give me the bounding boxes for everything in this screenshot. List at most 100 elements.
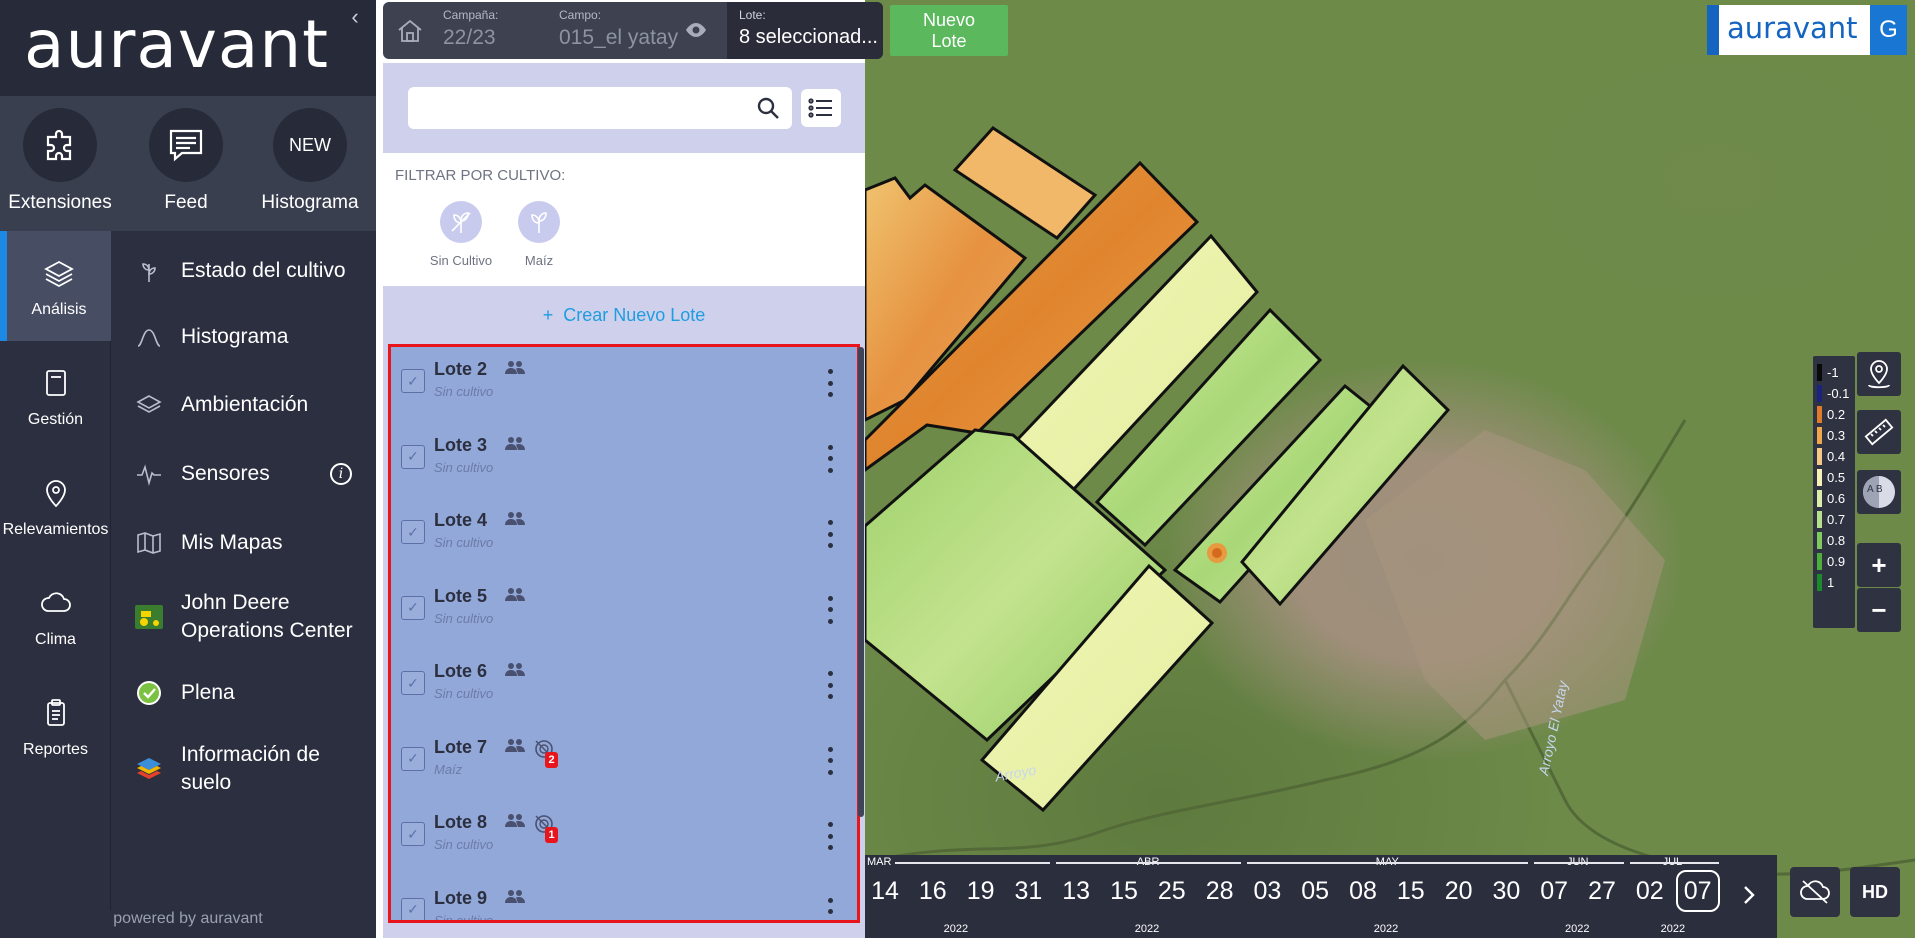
lote-checkbox[interactable]: ✓ bbox=[401, 822, 425, 846]
lote-options-button[interactable] bbox=[825, 369, 835, 397]
lote-checkbox[interactable]: ✓ bbox=[401, 595, 425, 620]
menu-item-plena[interactable]: Plena bbox=[111, 673, 376, 713]
info-icon[interactable]: i bbox=[330, 463, 352, 485]
timeline-day[interactable]: 07 bbox=[1532, 877, 1576, 906]
lote-options-button[interactable] bbox=[825, 897, 835, 921]
cloud-filter-button[interactable] bbox=[1790, 867, 1840, 917]
lote-list[interactable]: ✓ Lote 2 Sin cultivo ✓ Lote 3 Sin cultivo ✓ Lot… bbox=[388, 344, 860, 923]
menu-item-mis-mapas[interactable]: Mis Mapas bbox=[111, 523, 376, 563]
rail-item-clima[interactable]: Clima bbox=[0, 561, 111, 671]
lote-crop: Sin cultivo bbox=[434, 610, 494, 626]
legend-swatch bbox=[1817, 364, 1822, 381]
lote-row[interactable]: ✓ Lote 3 Sin cultivo bbox=[391, 423, 857, 498]
nuevo-lote-button[interactable]: Nuevo Lote bbox=[890, 5, 1008, 56]
feed-icon bbox=[169, 129, 203, 162]
crear-nuevo-lote-button[interactable]: + Crear Nuevo Lote bbox=[383, 286, 865, 344]
zoom-in-button[interactable]: + bbox=[1857, 543, 1901, 587]
lote-checkbox[interactable]: ✓ bbox=[401, 671, 425, 695]
lote-row[interactable]: ✓ Lote 8 Sin cultivo 1 bbox=[391, 800, 857, 875]
timeline-day[interactable]: 08 bbox=[1341, 877, 1385, 906]
lote-list-scrollbar[interactable] bbox=[858, 347, 864, 817]
menu-item-histograma[interactable]: Histograma bbox=[111, 317, 376, 357]
locate-button[interactable] bbox=[1857, 352, 1901, 396]
search-icon[interactable] bbox=[756, 96, 780, 120]
lote-checkbox[interactable]: ✓ bbox=[401, 746, 425, 771]
quick-feed[interactable]: Feed bbox=[126, 108, 246, 214]
timeline-day[interactable]: 13 bbox=[1054, 877, 1098, 906]
rail-item-gestion[interactable]: Gestión bbox=[0, 341, 111, 451]
lote-selector[interactable]: Lote: 8 seleccionad... bbox=[727, 2, 883, 59]
timeline-day[interactable]: 27 bbox=[1580, 877, 1624, 906]
timeline-day[interactable]: 19 bbox=[959, 877, 1003, 906]
timeline-day[interactable]: 15 bbox=[1389, 877, 1433, 906]
lote-row[interactable]: ✓ Lote 9 Sin cultivo bbox=[391, 876, 857, 921]
list-view-button[interactable] bbox=[801, 89, 841, 127]
lote-options-button[interactable] bbox=[825, 746, 835, 775]
timeline-day[interactable]: 02 bbox=[1628, 877, 1672, 906]
search-input[interactable] bbox=[420, 87, 740, 129]
home-icon[interactable] bbox=[395, 16, 425, 46]
menu-item-ambientacion[interactable]: Ambientación bbox=[111, 385, 376, 425]
timeline-day[interactable]: 15 bbox=[1102, 877, 1146, 906]
timeline-day[interactable]: 31 bbox=[1006, 877, 1050, 906]
timeline-day[interactable]: 16 bbox=[911, 877, 955, 906]
lote-row[interactable]: ✓ Lote 4 Sin cultivo bbox=[391, 498, 857, 573]
lote-options-button[interactable] bbox=[825, 444, 835, 473]
campo-label: Campo: bbox=[559, 8, 602, 22]
date-timeline[interactable]: MAR2022ABR2022MAY2022JUN2022JUL202214161… bbox=[865, 855, 1777, 938]
legend-value: 0.5 bbox=[1827, 470, 1846, 485]
timeline-day[interactable]: 03 bbox=[1245, 877, 1289, 906]
user-avatar[interactable]: G bbox=[1870, 5, 1907, 55]
rail-item-reportes[interactable]: Reportes bbox=[0, 671, 111, 781]
rail-item-relevamientos[interactable]: Relevamientos bbox=[0, 451, 111, 561]
lote-options-button[interactable] bbox=[825, 520, 835, 548]
timeline-day[interactable]: 20 bbox=[1437, 877, 1481, 906]
legend-row: 0.9 bbox=[1813, 551, 1855, 572]
campana-selector[interactable]: Campaña: 22/23 bbox=[443, 8, 498, 50]
crop-filter-maiz[interactable]: Maíz bbox=[499, 201, 579, 268]
quick-extensiones[interactable]: Extensiones bbox=[0, 108, 120, 214]
rail-item-analisis[interactable]: Análisis bbox=[0, 231, 111, 341]
timeline-day[interactable]: 05 bbox=[1293, 877, 1337, 906]
menu-item-sensores[interactable]: Sensores i bbox=[111, 454, 376, 494]
compare-button[interactable]: A B bbox=[1857, 470, 1901, 514]
lote-options-button[interactable] bbox=[825, 595, 835, 624]
lote-checkbox[interactable]: ✓ bbox=[401, 520, 425, 544]
timeline-next-button[interactable] bbox=[1735, 879, 1763, 911]
lote-row[interactable]: ✓ Lote 5 Sin cultivo bbox=[391, 574, 857, 649]
lote-options-button[interactable] bbox=[825, 822, 835, 850]
map-view[interactable]: Arroyo Arroyo El Yatay bbox=[865, 0, 1915, 938]
lote-row[interactable]: ✓ Lote 2 Sin cultivo bbox=[391, 347, 857, 422]
campo-selector[interactable]: Campo: 015_el yatay bbox=[559, 8, 678, 50]
collapse-sidebar-button[interactable]: ‹ bbox=[344, 6, 366, 28]
lote-row[interactable]: ✓ Lote 7 Maíz 2 bbox=[391, 725, 857, 800]
shared-users-icon bbox=[505, 814, 525, 827]
legend-swatch bbox=[1817, 427, 1822, 444]
lote-options-button[interactable] bbox=[825, 671, 835, 699]
nav-rail: Análisis Gestión Relevamientos Clima Rep… bbox=[0, 231, 111, 930]
menu-item-john-deere[interactable]: John Deere Operations Center bbox=[111, 587, 376, 647]
lote-checkbox[interactable]: ✓ bbox=[401, 897, 425, 920]
compare-ab-label: A B bbox=[1867, 484, 1883, 495]
brand-top[interactable]: auravant G bbox=[1707, 5, 1907, 55]
timeline-day-selected[interactable]: 07 bbox=[1675, 870, 1720, 912]
menu-label: Estado del cultivo bbox=[181, 259, 346, 282]
zoom-out-button[interactable]: − bbox=[1857, 588, 1901, 632]
timeline-day[interactable]: 28 bbox=[1198, 877, 1242, 906]
lote-row[interactable]: ✓ Lote 6 Sin cultivo bbox=[391, 649, 857, 724]
hd-button[interactable]: HD bbox=[1850, 867, 1900, 917]
crop-filter-sin-cultivo[interactable]: Sin Cultivo bbox=[421, 201, 501, 268]
eye-icon[interactable] bbox=[685, 22, 707, 38]
timeline-day[interactable]: 14 bbox=[863, 877, 907, 906]
menu-item-informacion-suelo[interactable]: Información de suelo bbox=[111, 739, 376, 799]
menu-label: Sensores bbox=[181, 462, 270, 485]
timeline-day[interactable]: 25 bbox=[1150, 877, 1194, 906]
timeline-day[interactable]: 30 bbox=[1484, 877, 1528, 906]
lote-checkbox[interactable]: ✓ bbox=[401, 444, 425, 469]
quick-histograma[interactable]: NEW Histograma bbox=[250, 108, 370, 214]
lote-name: Lote 5 bbox=[434, 585, 488, 606]
measure-button[interactable] bbox=[1857, 410, 1901, 454]
legend-value: 0.7 bbox=[1827, 512, 1846, 527]
lote-checkbox[interactable]: ✓ bbox=[401, 369, 425, 393]
menu-item-estado-cultivo[interactable]: Estado del cultivo bbox=[111, 251, 376, 291]
